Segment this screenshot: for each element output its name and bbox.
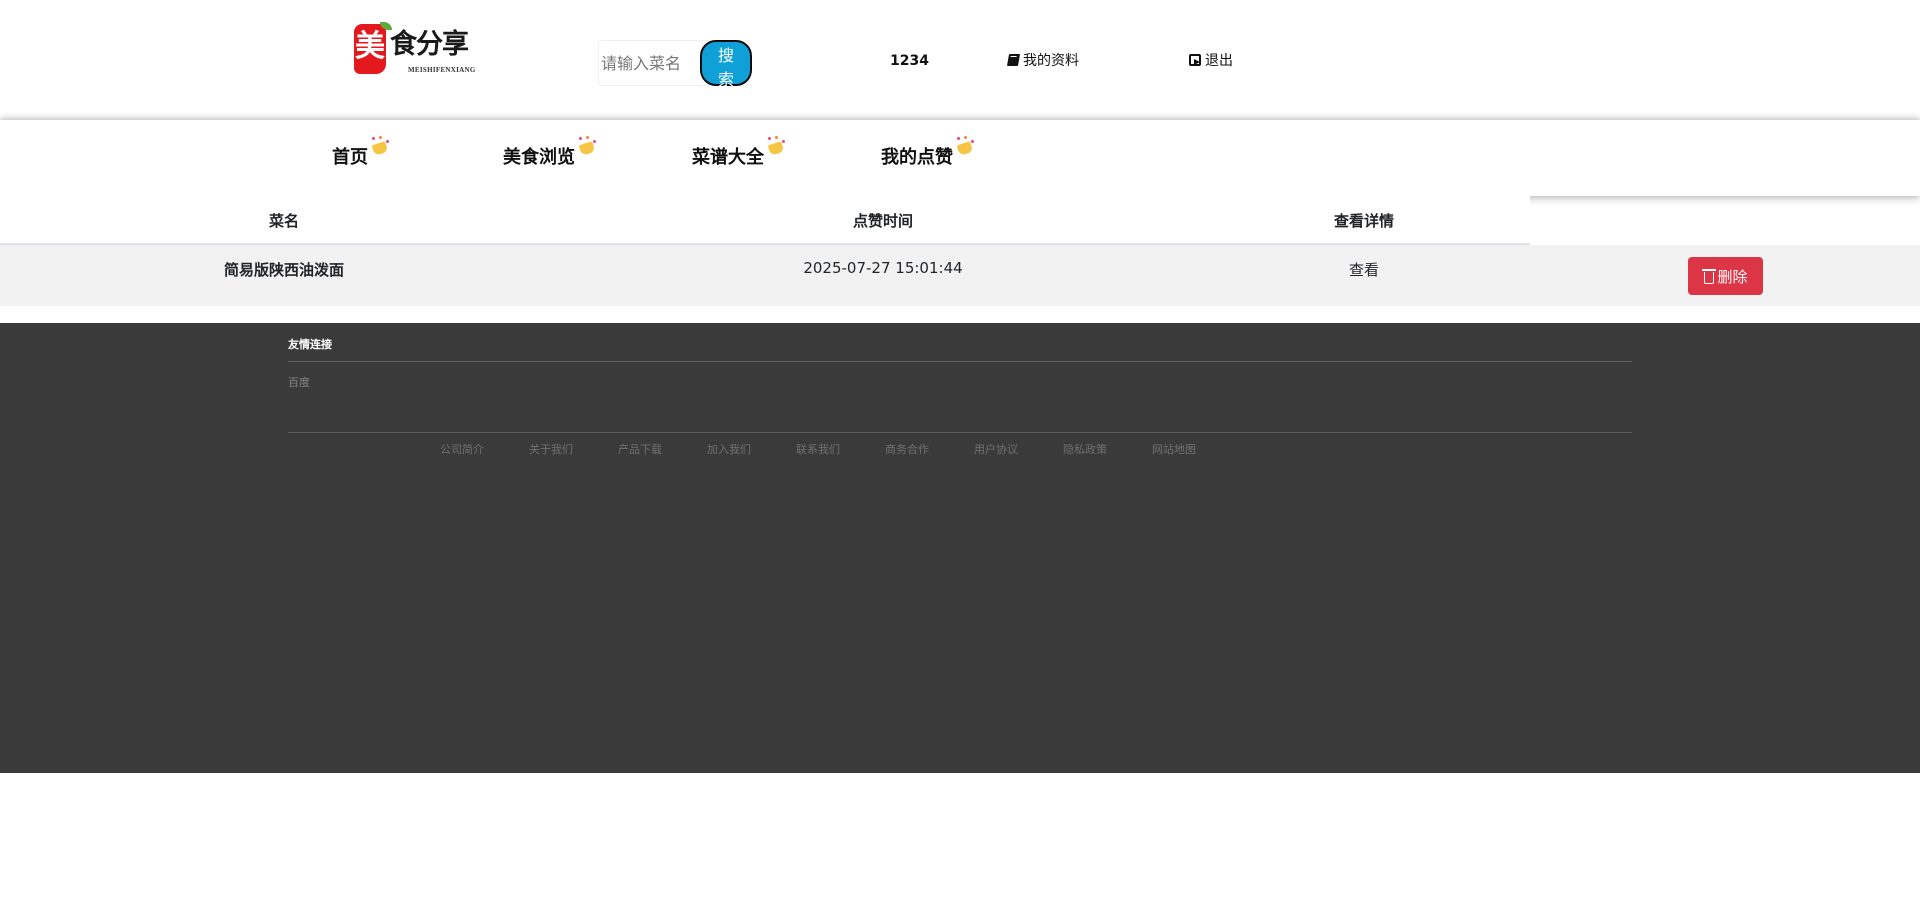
column-header-view-details: 查看详情 [1333,212,1395,230]
footer-link-business[interactable]: 商务合作 [885,441,929,457]
site-header: 美 食分享 MEISHIFENXIANG 搜 索 1234 我的资料 退出 [0,0,1920,120]
logo-seal: 美 [354,24,386,74]
dish-name-cell: 简易版陕西油泼面 [223,261,345,279]
footer-divider [288,361,1632,362]
friend-links-title: 友情连接 [288,338,332,351]
logout-link-label: 退出 [1205,53,1233,69]
view-details-link[interactable]: 查看 [1349,259,1379,280]
sign-out-icon [1189,54,1201,66]
nav-item-home[interactable]: 首页 [332,136,389,170]
footer-link-join-us[interactable]: 加入我们 [707,441,751,457]
logo-seal-char: 美 [355,29,385,64]
footer-link-user-agreement[interactable]: 用户协议 [974,441,1018,457]
logo-brand-text: 食分享 [390,29,469,60]
footer-link-about-us[interactable]: 关于我们 [529,441,573,457]
sparkle-badge-icon [368,136,390,158]
likes-table-header: 菜名 点赞时间 查看详情 [0,196,1530,245]
nav-item-food-browse[interactable]: 美食浏览 [503,136,596,170]
nav-item-label: 菜谱大全 [692,147,764,168]
profile-link-label: 我的资料 [1023,53,1079,69]
footer-link-privacy[interactable]: 隐私政策 [1063,441,1107,457]
sparkle-badge-icon [764,136,786,158]
column-header-dish: 菜名 [268,212,300,230]
footer-link-downloads[interactable]: 产品下载 [618,441,662,457]
search-form: 搜 索 [598,40,752,89]
delete-button-label: 删除 [1717,267,1748,286]
user-id-link[interactable]: 1234 [890,52,929,70]
nav-item-label: 首页 [332,147,368,168]
friend-link-baidu[interactable]: 百度 [288,374,310,390]
logout-link[interactable]: 退出 [1189,52,1233,70]
nav-item-my-likes[interactable]: 我的点赞 [881,136,974,170]
logo-subtext: MEISHIFENXIANG [408,66,476,74]
footer-link-sitemap[interactable]: 网站地图 [1152,441,1196,457]
column-header-liked-time: 点赞时间 [852,212,914,230]
main-nav: 首页 美食浏览 菜谱大全 我的点赞 [0,120,1920,196]
footer-divider [288,432,1632,433]
footer-link-contact-us[interactable]: 联系我们 [796,441,840,457]
footer-link-company-intro[interactable]: 公司简介 [440,441,484,457]
search-button[interactable]: 搜 索 [700,40,752,89]
sparkle-badge-icon [575,136,597,158]
sparkle-badge-icon [953,136,975,158]
nav-item-label: 我的点赞 [881,147,953,168]
site-logo[interactable]: 美 食分享 MEISHIFENXIANG [352,20,476,78]
site-footer: 友情连接 百度 公司简介 关于我们 产品下载 加入我们 联系我们 商务合作 用户… [0,323,1920,773]
table-row: 简易版陕西油泼面 2025-07-27 15:01:44 查看 删除 [0,245,1920,306]
search-input[interactable] [598,40,710,86]
book-icon [1006,54,1021,66]
nav-item-label: 美食浏览 [503,147,575,168]
delete-button[interactable]: 删除 [1688,257,1763,295]
trash-icon [1702,268,1717,284]
liked-time-cell: 2025-07-27 15:01:44 [803,259,963,277]
profile-link[interactable]: 我的资料 [1006,52,1079,70]
nav-item-recipes[interactable]: 菜谱大全 [692,136,785,170]
